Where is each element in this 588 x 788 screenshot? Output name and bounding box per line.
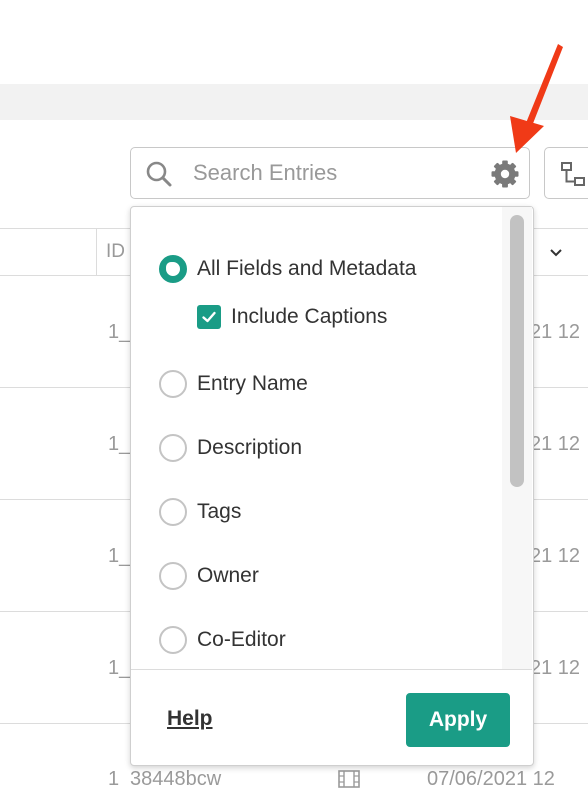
search-icon [146, 161, 172, 187]
row-date: 21 12 [530, 321, 581, 343]
row-id: 1_ [108, 433, 131, 455]
row-id: 1_ [108, 657, 131, 679]
row-date: 21 12 [530, 433, 581, 455]
scrollbar-thumb[interactable] [510, 215, 524, 487]
search-input[interactable] [193, 158, 473, 188]
hierarchy-icon [561, 162, 585, 186]
option-description[interactable]: Description [159, 434, 302, 462]
option-label: Tags [197, 500, 242, 523]
radio-button[interactable] [159, 626, 187, 654]
option-label: Include Captions [231, 305, 388, 328]
option-label: Description [197, 436, 303, 459]
id-column-header[interactable]: ID [106, 241, 125, 263]
option-label: Co-Editor [197, 628, 286, 651]
radio-button[interactable] [159, 255, 187, 283]
radio-button[interactable] [159, 498, 187, 526]
row-id: 1_ [108, 321, 131, 343]
gear-icon[interactable] [489, 158, 521, 190]
row-id: 1 [108, 768, 120, 788]
film-icon [338, 770, 360, 788]
option-label: Entry Name [197, 372, 308, 395]
column-divider [96, 229, 97, 275]
help-link[interactable]: Help [167, 707, 213, 731]
search-options-dropdown: All Fields and Metadata Include Captions… [130, 206, 534, 766]
footer-divider [131, 669, 532, 670]
option-all-fields[interactable]: All Fields and Metadata [159, 255, 416, 283]
radio-button[interactable] [159, 562, 187, 590]
row-date: 21 12 [530, 657, 581, 679]
include-captions-checkbox[interactable] [197, 305, 221, 329]
chevron-down-icon[interactable] [548, 245, 564, 261]
row-entry-id: 38448bcw [130, 768, 222, 788]
option-entry-name[interactable]: Entry Name [159, 370, 308, 398]
radio-button[interactable] [159, 370, 187, 398]
row-date: 07/06/2021 12 [427, 768, 555, 788]
option-label: Owner [197, 564, 259, 587]
option-owner[interactable]: Owner [159, 562, 259, 590]
apply-button[interactable]: Apply [406, 693, 510, 747]
include-captions-option[interactable]: Include Captions [197, 304, 387, 330]
row-id: 1_ [108, 545, 131, 567]
search-box[interactable] [130, 147, 530, 199]
arrow-pointer [510, 44, 563, 153]
row-date: 21 12 [530, 545, 581, 567]
radio-button[interactable] [159, 434, 187, 462]
checkmark-icon [202, 311, 216, 323]
option-co-editor[interactable]: Co-Editor [159, 626, 286, 654]
option-tags[interactable]: Tags [159, 498, 241, 526]
option-label: All Fields and Metadata [197, 257, 417, 280]
